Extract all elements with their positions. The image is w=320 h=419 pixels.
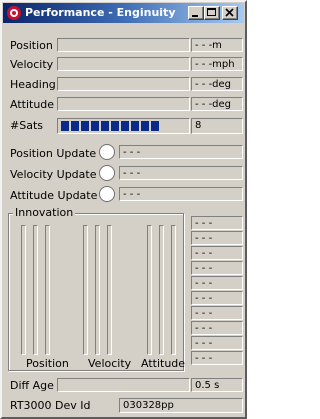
sats-segment [91,121,99,131]
innovation-bar [147,225,152,355]
innovation-bar [21,225,26,355]
attitude-label: Attitude [10,98,55,111]
heading-label: Heading [10,78,56,91]
innovation-bar [95,225,100,355]
diff-age-value: 0.5 s [191,378,243,392]
sats-segment [71,121,79,131]
innovation-value: - - - [191,291,243,305]
attitude-field [57,97,190,111]
app-icon [7,6,21,20]
velocity-update-value: - - - [119,166,243,180]
minimize-button[interactable] [188,6,204,20]
device-id-value: 030328pp [119,398,243,413]
performance-window: Performance - Enginuity Position - - -m … [0,0,247,419]
innovation-value: - - - [191,246,243,260]
attitude-value: - - -deg [191,97,243,111]
window-title: Performance - Enginuity [25,6,176,19]
position-field [57,38,190,52]
diff-age-field [57,378,190,392]
minimize-icon [192,15,198,17]
title-bar[interactable]: Performance - Enginuity [3,3,244,23]
position-update-indicator [99,144,115,160]
innovation-attitude-label: Attitude [141,357,186,370]
sats-segment [121,121,129,131]
innovation-bar [45,225,50,355]
sats-segment [101,121,109,131]
sats-segment [61,121,69,131]
innovation-value: - - - [191,336,243,350]
innovation-value: - - - [191,321,243,335]
innovation-bar [159,225,164,355]
innovation-title: Innovation [13,206,76,219]
velocity-label: Velocity [10,58,54,71]
innovation-bar [83,225,88,355]
innovation-bar [171,225,176,355]
close-button[interactable] [222,6,238,20]
close-icon [225,8,234,17]
innovation-velocity-label: Velocity [88,357,132,370]
attitude-update-indicator [99,186,115,202]
heading-field [57,77,190,91]
position-update-value: - - - [119,145,243,159]
position-update-label: Position Update [10,147,97,160]
sats-segment [81,121,89,131]
maximize-icon [207,8,216,16]
velocity-field [57,57,190,71]
sats-segment [131,121,139,131]
position-label: Position [10,39,53,52]
heading-value: - - -deg [191,77,243,91]
position-value: - - -m [191,38,243,52]
velocity-value: - - -mph [191,57,243,71]
sats-label: #Sats [10,119,43,132]
attitude-update-value: - - - [119,187,243,201]
innovation-value: - - - [191,261,243,275]
device-id-label: RT3000 Dev Id [10,399,91,412]
sats-value: 8 [191,118,243,134]
innovation-value: - - - [191,216,243,230]
attitude-update-label: Attitude Update [10,189,98,202]
velocity-update-indicator [99,165,115,181]
innovation-value: - - - [191,306,243,320]
sats-segment [141,121,149,131]
innovation-value: - - - [191,276,243,290]
innovation-bar [107,225,112,355]
innovation-bar [33,225,38,355]
velocity-update-label: Velocity Update [10,168,97,181]
maximize-button[interactable] [204,6,220,20]
innovation-value: - - - [191,351,243,365]
sats-bar [57,118,190,134]
sats-segment [111,121,119,131]
innovation-value: - - - [191,231,243,245]
diff-age-label: Diff Age [10,379,54,392]
innovation-position-label: Position [26,357,69,370]
sats-segment [151,121,159,131]
